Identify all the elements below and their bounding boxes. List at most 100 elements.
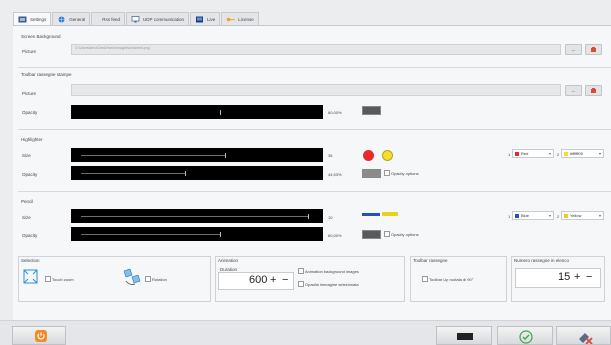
power-icon [35,330,47,342]
keyboard-button[interactable] [436,326,492,345]
highlighter-title: Highlighter [21,137,43,142]
pencil-opacity-options-checkbox[interactable]: Opacity options [384,231,419,237]
settings-icon [18,16,27,23]
pencil-color2-stroke[interactable] [382,212,398,216]
chevron-down-icon: ▾ [598,213,601,218]
screen-background-title: Screen Background [21,34,61,39]
highlighter-color2-name: #ffffff00 [570,151,583,156]
duration-plus-button[interactable]: + [270,274,276,286]
color-square [564,151,568,156]
pencil-color2-select[interactable]: Yellow ▾ [561,211,604,220]
slider-thumb[interactable] [224,152,226,158]
pencil-size-value: 10 [328,215,333,220]
tab-live[interactable]: Live [189,12,221,25]
opacita-immagine-checkbox[interactable]: Opacità immagine selezionata [298,281,359,287]
confirm-button[interactable] [497,326,553,345]
touch-zoom-icon [23,269,38,284]
highlighter-color2-index: 2 [557,152,560,157]
tab-label: Live [206,16,216,22]
slider-thumb[interactable] [220,109,222,115]
toolbar-stampe-clear-button[interactable] [585,85,602,96]
tab-license[interactable]: License [221,12,259,25]
tab-general[interactable]: General [52,12,91,25]
color-square [564,213,568,218]
pencil-color1-select[interactable]: Blue ▾ [512,211,554,220]
pencil-opacity-label: Opacity [22,233,38,238]
tab-udp-communication[interactable]: UDP communication [126,12,189,25]
highlighter-color1-name: Red [521,151,529,156]
cancel-button[interactable] [556,326,611,345]
slider-thumb[interactable] [185,170,187,176]
color-square [515,151,519,156]
pencil-title: Pencil [21,199,34,204]
highlighter-color2-select[interactable]: #ffffff00 ▾ [561,149,604,158]
highlighter-opacity-swatch[interactable] [362,169,381,178]
toolbar-stampe-opacity-slider[interactable] [71,105,323,119]
pencil-opacity-swatch[interactable] [362,230,381,239]
divider [18,191,611,192]
tab-settings[interactable]: Settings [13,12,52,26]
highlighter-color1-select[interactable]: Red ▾ [512,149,554,158]
tab-label: UDP communication [143,16,184,22]
color-square [515,213,519,218]
screen-background-clear-button[interactable] [585,44,602,55]
power-button[interactable] [12,326,66,345]
pencil-opacity-slider[interactable] [71,227,323,241]
highlighter-opacity-options-checkbox[interactable]: Opacity options [384,170,419,176]
numero-rassegne-title: Numero rassegne in elenco [514,258,570,263]
checkbox-label: Opacity options [391,170,419,176]
slider-fill [81,154,225,156]
pencil-color1-name: Blue [521,213,530,218]
pencil-size-label: Size [22,215,31,220]
highlighter-size-slider[interactable] [71,148,323,162]
pencil-color1-stroke[interactable] [362,213,380,216]
toolbar-stampe-color-swatch[interactable] [362,106,381,115]
pencil-size-slider[interactable] [71,209,323,223]
toolbar-stampe-opacity-label: Opacity [22,110,38,115]
chevron-down-icon: ▾ [598,151,601,156]
highlighter-color1-dot[interactable] [363,150,374,161]
screen-background-browse-button[interactable]: ... [565,44,582,55]
toolbar-stampe-path [72,85,560,87]
tab-rss-feed[interactable]: Rss feed [91,12,126,25]
numero-rassegne-minus-button[interactable]: − [586,271,592,283]
chevron-down-icon: ▾ [548,151,551,156]
highlighter-opacity-slider[interactable] [71,166,323,180]
checkbox-box [422,276,428,282]
tab-bar: Settings General Rss feed UDP communicat… [13,12,260,26]
browse-label: ... [571,87,576,94]
screen-background-picture-field[interactable]: C:\Users\kero\OneDrive\Immagini\unnamed.… [71,44,561,55]
slider-thumb[interactable] [220,231,222,237]
check-icon [519,330,533,344]
touch-zoom-checkbox[interactable]: Touch zoom [45,276,74,282]
checkbox-label: Animation background images [305,268,359,274]
divider [18,67,611,68]
checkbox-label: Touch zoom [52,276,74,282]
duration-value: 600 [249,274,268,286]
checkbox-box [145,276,151,282]
slider-fill [81,215,309,217]
highlighter-color1-index: 1 [508,152,511,157]
checkbox-label: Opacity options [391,231,419,237]
pencil-opacity-value: 60,00% [328,233,342,238]
keyboard-icon [457,333,473,340]
checkbox-label: Opacità immagine selezionata [305,281,359,287]
checkbox-box [298,281,304,287]
checkbox-label: Rotation [152,276,167,282]
toolbar-stampe-browse-button[interactable]: ... [565,85,582,96]
checkbox-box [384,231,390,237]
duration-minus-button[interactable]: − [282,274,288,286]
slider-thumb[interactable] [308,213,310,219]
eraser-icon [591,88,596,93]
anim-background-images-checkbox[interactable]: Animation background images [298,268,359,274]
toolbar-up-ruotata-checkbox[interactable]: Toolbar Up ruotata di 90° [422,276,473,282]
globe-icon [58,16,65,22]
toolbar-stampe-picture-field[interactable] [71,84,561,96]
slider-fill [81,172,186,174]
highlighter-color2-dot[interactable] [382,150,393,161]
numero-rassegne-value: 15 [558,271,571,283]
rotation-checkbox[interactable]: Rotation [145,276,167,282]
numero-rassegne-plus-button[interactable]: + [574,271,580,283]
highlighter-size-label: Size [22,153,31,158]
live-icon [195,16,203,22]
